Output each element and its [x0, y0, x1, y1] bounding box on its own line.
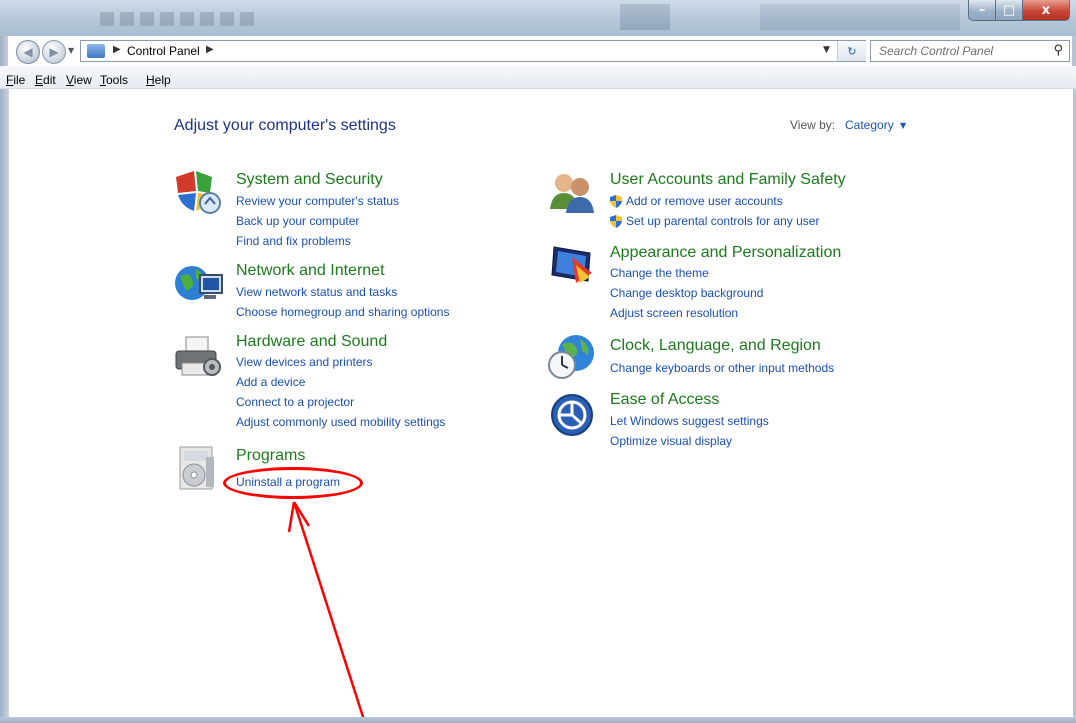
- refresh-button[interactable]: ↻: [837, 41, 866, 61]
- category-hardware-sound[interactable]: Hardware and Sound: [236, 333, 387, 351]
- forward-button[interactable]: ▶: [42, 40, 66, 64]
- category-appearance[interactable]: Appearance and Personalization: [610, 244, 841, 262]
- page-title: Adjust your computer's settings: [174, 117, 396, 134]
- user-accounts-icon[interactable]: [546, 169, 600, 215]
- uac-shield-icon: [610, 215, 622, 228]
- menu-view[interactable]: View: [66, 73, 92, 87]
- link-connect-projector[interactable]: Connect to a projector: [236, 395, 354, 409]
- search-icon[interactable]: ⚲: [1053, 43, 1063, 58]
- address-dropdown-icon[interactable]: ▼: [823, 45, 830, 55]
- category-user-accounts[interactable]: User Accounts and Family Safety: [610, 171, 846, 189]
- link-mobility-settings[interactable]: Adjust commonly used mobility settings: [236, 415, 445, 429]
- menu-bar: File Edit View Tools Help: [0, 66, 1076, 89]
- view-by-chevron-down-icon[interactable]: ▼: [900, 121, 906, 130]
- breadcrumb-control-panel[interactable]: Control Panel: [127, 44, 200, 58]
- minimize-button[interactable]: –: [968, 0, 996, 21]
- menu-help[interactable]: Help: [146, 73, 171, 87]
- address-bar[interactable]: ▶ Control Panel ▶ ▼ ↻: [80, 40, 866, 62]
- back-arrow-icon: ◀: [23, 45, 33, 59]
- window-bottom-border: [0, 717, 1076, 723]
- window-left-border: [0, 36, 8, 719]
- appearance-monitor-icon[interactable]: [546, 243, 600, 289]
- link-optimize-visual-display[interactable]: Optimize visual display: [610, 434, 732, 448]
- view-by-dropdown[interactable]: Category: [845, 118, 894, 132]
- link-network-status[interactable]: View network status and tasks: [236, 285, 397, 299]
- ease-of-access-icon[interactable]: [550, 393, 598, 441]
- background-ribbon-ghost: [620, 4, 670, 30]
- category-ease-of-access[interactable]: Ease of Access: [610, 391, 719, 409]
- link-desktop-background[interactable]: Change desktop background: [610, 286, 763, 300]
- menu-tools[interactable]: Tools: [100, 73, 128, 87]
- category-network-internet[interactable]: Network and Internet: [236, 262, 385, 280]
- background-toolbar-ghost: [100, 8, 660, 30]
- forward-arrow-icon: ▶: [49, 45, 59, 59]
- view-by-label: View by:: [790, 118, 836, 132]
- background-ribbon-ghost: [760, 4, 960, 30]
- link-devices-printers[interactable]: View devices and printers: [236, 355, 373, 369]
- link-homegroup-sharing[interactable]: Choose homegroup and sharing options: [236, 305, 449, 319]
- close-button[interactable]: x: [1022, 0, 1070, 21]
- category-system-security[interactable]: System and Security: [236, 171, 383, 189]
- breadcrumb-separator-icon[interactable]: ▶: [113, 44, 121, 55]
- control-panel-content: Adjust your computer's settings View by:…: [8, 89, 1073, 721]
- link-windows-suggest-settings[interactable]: Let Windows suggest settings: [610, 414, 769, 428]
- link-keyboards-input[interactable]: Change keyboards or other input methods: [610, 361, 834, 375]
- link-add-remove-accounts[interactable]: Add or remove user accounts: [626, 194, 783, 208]
- annotation-pointer-arrow: [287, 501, 366, 721]
- category-clock-language-region[interactable]: Clock, Language, and Region: [610, 337, 821, 355]
- programs-disc-box-icon[interactable]: [176, 443, 220, 493]
- link-review-status[interactable]: Review your computer's status: [236, 194, 399, 208]
- maximize-button[interactable]: □: [995, 0, 1023, 21]
- title-bar: – □ x: [0, 0, 1076, 36]
- link-find-fix-problems[interactable]: Find and fix problems: [236, 234, 351, 248]
- uac-shield-icon: [610, 195, 622, 208]
- link-add-device[interactable]: Add a device: [236, 375, 305, 389]
- link-back-up[interactable]: Back up your computer: [236, 214, 359, 228]
- control-panel-icon: [87, 44, 105, 58]
- link-parental-controls[interactable]: Set up parental controls for any user: [626, 214, 819, 228]
- clock-globe-icon[interactable]: [546, 331, 600, 383]
- search-placeholder: Search Control Panel: [879, 44, 994, 58]
- recent-pages-dropdown-icon[interactable]: ▼: [68, 46, 74, 55]
- back-button[interactable]: ◀: [16, 40, 40, 64]
- printer-icon[interactable]: [172, 333, 226, 381]
- menu-file[interactable]: File: [6, 73, 25, 87]
- link-screen-resolution[interactable]: Adjust screen resolution: [610, 306, 738, 320]
- link-change-theme[interactable]: Change the theme: [610, 266, 709, 280]
- category-programs[interactable]: Programs: [236, 447, 305, 465]
- search-input[interactable]: Search Control Panel ⚲: [870, 40, 1070, 62]
- system-security-shield-icon[interactable]: [172, 169, 226, 215]
- menu-edit[interactable]: Edit: [35, 73, 56, 87]
- network-globe-icon[interactable]: [172, 261, 226, 307]
- breadcrumb-separator-icon[interactable]: ▶: [206, 44, 214, 55]
